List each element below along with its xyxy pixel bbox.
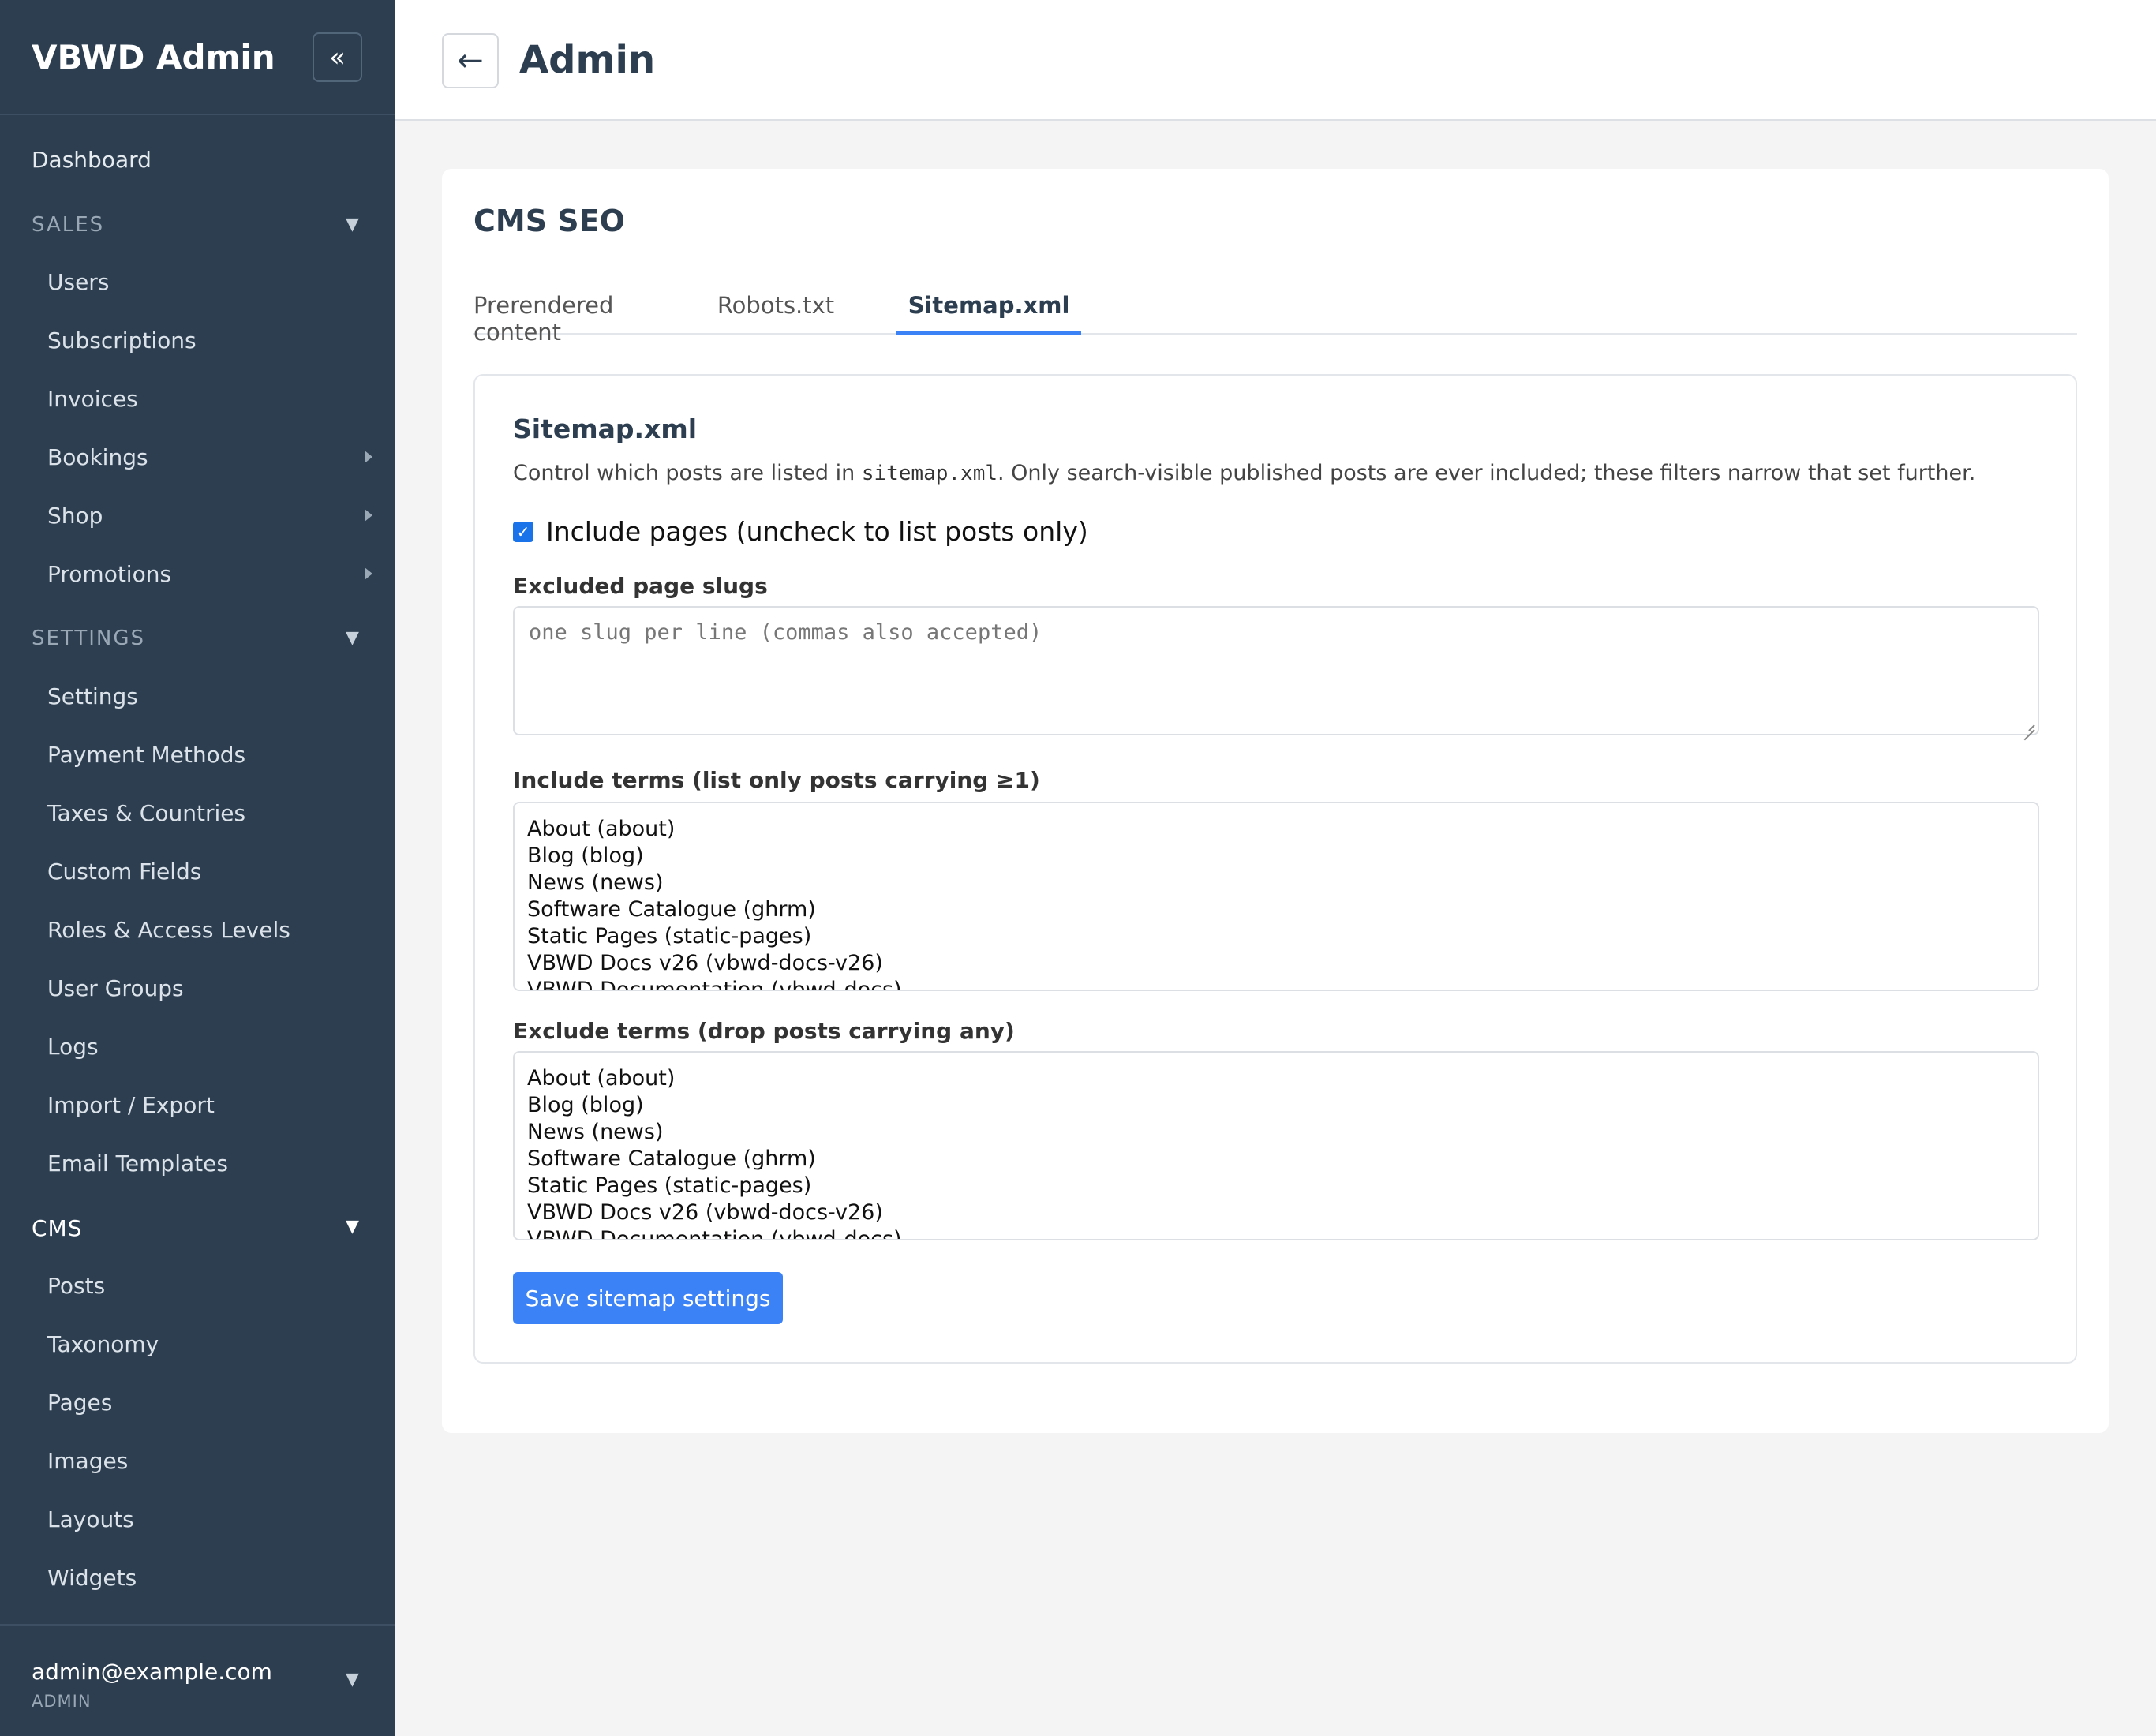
card-title: CMS SEO xyxy=(473,204,625,238)
sidebar-item-roles-access[interactable]: Roles & Access Levels xyxy=(47,917,290,943)
user-role: ADMIN xyxy=(32,1692,92,1711)
tab-sitemap-xml[interactable]: Sitemap.xml xyxy=(896,287,1081,335)
include-pages-row: ✓ Include pages (uncheck to list posts o… xyxy=(513,516,1088,547)
sidebar-item-promotions[interactable]: Promotions xyxy=(47,561,171,587)
user-menu[interactable]: admin@example.com ADMIN ▼ xyxy=(0,1624,395,1736)
resize-handle-icon[interactable] xyxy=(2023,720,2034,731)
list-item[interactable]: Static Pages (static-pages) xyxy=(515,923,2038,950)
chevron-down-icon[interactable]: ▼ xyxy=(346,1670,359,1689)
save-sitemap-button[interactable]: Save sitemap settings xyxy=(513,1272,783,1324)
chevron-down-icon[interactable]: ▼ xyxy=(346,1217,359,1237)
sidebar-group-sales[interactable]: SALES xyxy=(32,213,104,237)
list-item[interactable]: Static Pages (static-pages) xyxy=(515,1173,2038,1199)
chevron-right-icon[interactable] xyxy=(365,451,372,463)
checkmark-icon: ✓ xyxy=(516,522,530,541)
sidebar: VBWD Admin « Dashboard SALES ▼ Users Sub… xyxy=(0,0,395,1736)
sidebar-item-dashboard[interactable]: Dashboard xyxy=(32,147,152,173)
description-text: . Only search-visible published posts ar… xyxy=(998,461,1976,485)
sidebar-item-pages[interactable]: Pages xyxy=(47,1390,112,1416)
user-email: admin@example.com xyxy=(32,1659,272,1685)
list-item[interactable]: About (about) xyxy=(515,816,2038,843)
sidebar-item-logs[interactable]: Logs xyxy=(47,1034,99,1060)
sidebar-item-settings[interactable]: Settings xyxy=(47,683,138,709)
excluded-slugs-textarea[interactable]: one slug per line (commas also accepted) xyxy=(513,606,2039,735)
sidebar-item-custom-fields[interactable]: Custom Fields xyxy=(47,859,201,885)
chevron-right-icon[interactable] xyxy=(365,509,372,522)
excluded-slugs-label: Excluded page slugs xyxy=(513,573,768,599)
panel-description: Control which posts are listed in sitema… xyxy=(513,461,1975,485)
sidebar-item-email-templates[interactable]: Email Templates xyxy=(47,1150,228,1177)
chevron-right-icon[interactable] xyxy=(365,567,372,580)
list-item[interactable]: News (news) xyxy=(515,1119,2038,1146)
list-item[interactable]: VBWD Docs v26 (vbwd-docs-v26) xyxy=(515,1199,2038,1226)
include-terms-select[interactable]: About (about) Blog (blog) News (news) So… xyxy=(513,802,2039,991)
sidebar-item-users[interactable]: Users xyxy=(47,269,109,295)
panel-title: Sitemap.xml xyxy=(513,413,698,444)
arrow-left-icon: ← xyxy=(457,43,484,79)
list-item[interactable]: Blog (blog) xyxy=(515,843,2038,870)
sidebar-item-subscriptions[interactable]: Subscriptions xyxy=(47,327,197,354)
description-text: Control which posts are listed in xyxy=(513,461,862,485)
description-code: sitemap.xml xyxy=(861,462,998,485)
include-pages-label[interactable]: Include pages (uncheck to list posts onl… xyxy=(546,516,1088,547)
sidebar-group-settings[interactable]: SETTINGS xyxy=(32,627,145,650)
top-bar: ← Admin xyxy=(395,0,2156,121)
brand-title: VBWD Admin xyxy=(32,38,275,77)
list-item[interactable]: VBWD Documentation (vbwd-docs) xyxy=(515,977,2038,990)
sitemap-panel: Sitemap.xml Control which posts are list… xyxy=(473,374,2077,1364)
list-item[interactable]: Software Catalogue (ghrm) xyxy=(515,1146,2038,1173)
sidebar-item-invoices[interactable]: Invoices xyxy=(47,386,138,412)
list-item[interactable]: Software Catalogue (ghrm) xyxy=(515,896,2038,923)
include-pages-checkbox[interactable]: ✓ xyxy=(513,521,533,542)
excluded-slugs-placeholder: one slug per line (commas also accepted) xyxy=(529,620,1042,645)
include-terms-label: Include terms (list only posts carrying … xyxy=(513,767,1040,793)
sidebar-item-import-export[interactable]: Import / Export xyxy=(47,1092,215,1118)
sidebar-item-payment-methods[interactable]: Payment Methods xyxy=(47,742,245,768)
sidebar-item-widgets[interactable]: Widgets xyxy=(47,1565,137,1591)
list-item[interactable]: Blog (blog) xyxy=(515,1092,2038,1119)
sidebar-item-layouts[interactable]: Layouts xyxy=(47,1506,134,1532)
page-title: Admin xyxy=(519,38,656,82)
sidebar-item-posts[interactable]: Posts xyxy=(47,1273,105,1299)
list-item[interactable]: VBWD Docs v26 (vbwd-docs-v26) xyxy=(515,950,2038,977)
seo-card: CMS SEO Prerendered content Robots.txt S… xyxy=(442,169,2109,1433)
exclude-terms-label: Exclude terms (drop posts carrying any) xyxy=(513,1018,1015,1044)
tab-bar: Prerendered content Robots.txt Sitemap.x… xyxy=(473,287,2077,346)
tab-robots-txt[interactable]: Robots.txt xyxy=(691,287,860,335)
chevron-down-icon[interactable]: ▼ xyxy=(346,628,359,648)
chevron-down-icon[interactable]: ▼ xyxy=(346,215,359,234)
sidebar-group-cms[interactable]: CMS xyxy=(32,1215,82,1241)
tab-prerendered-content[interactable]: Prerendered content xyxy=(473,287,677,346)
double-chevron-left-icon: « xyxy=(329,41,346,73)
sidebar-item-images[interactable]: Images xyxy=(47,1448,128,1474)
sidebar-item-taxes-countries[interactable]: Taxes & Countries xyxy=(47,800,245,826)
collapse-sidebar-button[interactable]: « xyxy=(313,32,362,82)
back-button[interactable]: ← xyxy=(442,33,499,88)
exclude-terms-select[interactable]: About (about) Blog (blog) News (news) So… xyxy=(513,1051,2039,1240)
list-item[interactable]: About (about) xyxy=(515,1065,2038,1092)
list-item[interactable]: News (news) xyxy=(515,870,2038,896)
sidebar-item-taxonomy[interactable]: Taxonomy xyxy=(47,1331,159,1357)
sidebar-item-bookings[interactable]: Bookings xyxy=(47,444,148,470)
sidebar-item-user-groups[interactable]: User Groups xyxy=(47,975,184,1001)
sidebar-header: VBWD Admin « xyxy=(0,0,395,115)
list-item[interactable]: VBWD Documentation (vbwd-docs) xyxy=(515,1226,2038,1239)
sidebar-item-shop[interactable]: Shop xyxy=(47,503,103,529)
